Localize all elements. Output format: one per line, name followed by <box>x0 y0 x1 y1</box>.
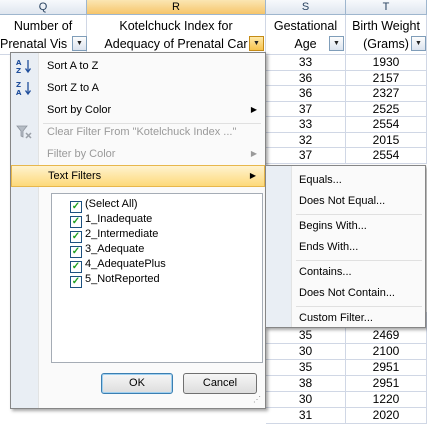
cell-birth-weight[interactable]: 1930 <box>346 55 427 71</box>
submenu-arrow-icon: ▶ <box>250 105 257 114</box>
dropdown-arrow-icon: ▼ <box>415 40 422 47</box>
text-filters-label: Text Filters <box>48 170 102 182</box>
list-item-select-all[interactable]: ✓ (Select All) <box>70 197 138 213</box>
dropdown-arrow-icon: ▼ <box>333 40 340 47</box>
svg-text:A: A <box>16 89 22 96</box>
column-header-s[interactable]: S <box>266 0 346 15</box>
header-line2: Adequacy of Prenatal Car <box>104 37 248 51</box>
cell-birth-weight[interactable]: 2469 <box>346 328 427 344</box>
cell-gestational-age[interactable]: 33 <box>266 117 346 133</box>
cell-birth-weight[interactable]: 2015 <box>346 132 427 148</box>
list-item-label: 1_Inadequate <box>85 213 153 225</box>
checkbox-checked-icon[interactable]: ✓ <box>70 276 82 288</box>
list-item[interactable]: ✓ 2_Intermediate <box>70 227 159 243</box>
cell-gestational-age[interactable]: 37 <box>266 101 346 117</box>
list-item-label: (Select All) <box>85 198 138 210</box>
cell-birth-weight[interactable]: 2554 <box>346 117 427 133</box>
cell-birth-weight[interactable]: 2554 <box>346 148 427 164</box>
cell-birth-weight[interactable]: 2951 <box>346 360 427 376</box>
cell-birth-weight[interactable]: 1220 <box>346 392 427 408</box>
does-not-equal-item[interactable]: Does Not Equal... <box>299 191 385 211</box>
ok-button[interactable]: OK <box>101 373 173 394</box>
cell-birth-weight[interactable]: 2951 <box>346 376 427 392</box>
cell-birth-weight[interactable]: 2525 <box>346 101 427 117</box>
list-item-label: 2_Intermediate <box>85 228 159 240</box>
does-not-contain-item[interactable]: Does Not Contain... <box>299 283 395 303</box>
cell-gestational-age[interactable]: 37 <box>266 148 346 164</box>
resize-grip-icon[interactable]: ⋰ <box>253 396 263 406</box>
header-line1: Number of <box>13 19 73 33</box>
text-filters-submenu: Equals... Does Not Equal... Begins With.… <box>265 165 426 328</box>
header-line1: Birth Weight <box>352 19 420 33</box>
filter-dropdown-button-s[interactable]: ▼ <box>329 36 344 51</box>
submenu-icon-column <box>266 166 292 327</box>
dropdown-arrow-icon: ▼ <box>76 40 83 47</box>
header-cell-kotelchuck[interactable]: Kotelchuck Index for Adequacy of Prenata… <box>87 15 266 55</box>
svg-text:Z: Z <box>16 81 21 89</box>
list-item[interactable]: ✓ 1_Inadequate <box>70 212 153 228</box>
list-item[interactable]: ✓ 3_Adequate <box>70 242 145 258</box>
cell-gestational-age[interactable]: 30 <box>266 392 346 408</box>
cell-gestational-age[interactable]: 33 <box>266 55 346 71</box>
begins-with-item[interactable]: Begins With... <box>299 216 367 236</box>
sort-a-to-z-label: Sort A to Z <box>47 60 99 72</box>
cell-gestational-age[interactable]: 38 <box>266 376 346 392</box>
cell-birth-weight[interactable]: 2327 <box>346 86 427 102</box>
header-line1: Kotelchuck Index for <box>119 19 233 33</box>
sort-by-color-label: Sort by Color <box>47 104 112 116</box>
filter-value-list[interactable]: ✓ (Select All) ✓ 1_Inadequate ✓ 2_Intermedi… <box>51 193 263 363</box>
dropdown-arrow-icon: ▼ <box>253 40 260 47</box>
contains-item[interactable]: Contains... <box>299 262 352 282</box>
svg-text:A: A <box>16 59 22 67</box>
clear-filter-item[interactable]: Clear Filter From "Kotelchuck Index ..." <box>11 121 265 143</box>
list-item[interactable]: ✓ 5_NotReported <box>70 272 160 288</box>
list-item[interactable]: ✓ 4_AdequatePlus <box>70 257 166 273</box>
sort-by-color-item[interactable]: Sort by Color ▶ <box>11 99 265 121</box>
cell-birth-weight[interactable]: 2157 <box>346 70 427 86</box>
submenu-separator <box>296 260 422 261</box>
cell-gestational-age[interactable]: 35 <box>266 328 346 344</box>
sort-z-to-a-item[interactable]: ZA Sort Z to A <box>11 77 265 99</box>
cancel-button[interactable]: Cancel <box>183 373 257 394</box>
filter-by-color-label: Filter by Color <box>47 148 116 160</box>
cell-gestational-age[interactable]: 36 <box>266 70 346 86</box>
column-header-q[interactable]: Q <box>0 0 87 15</box>
filter-dropdown-button-r[interactable]: ▼ <box>249 36 264 51</box>
column-header-r[interactable]: R <box>87 0 266 15</box>
svg-text:Z: Z <box>16 67 21 74</box>
submenu-arrow-icon: ▶ <box>250 149 257 158</box>
header-line1: Gestational <box>273 19 338 33</box>
autofilter-menu: AZ Sort A to Z ZA Sort Z to A Sort by Co… <box>10 52 266 409</box>
list-item-label: 5_NotReported <box>85 273 160 285</box>
list-item-label: 4_AdequatePlus <box>85 258 166 270</box>
sort-descending-icon: ZA <box>15 80 33 97</box>
list-item-label: 3_Adequate <box>85 243 145 255</box>
cell-birth-weight[interactable]: 2100 <box>346 344 427 360</box>
cell-gestational-age[interactable]: 36 <box>266 86 346 102</box>
filter-by-color-item[interactable]: Filter by Color ▶ <box>11 143 265 165</box>
sort-ascending-icon: AZ <box>15 58 33 75</box>
custom-filter-item[interactable]: Custom Filter... <box>299 308 373 328</box>
cell-gestational-age[interactable]: 30 <box>266 344 346 360</box>
text-filters-item[interactable]: Text Filters ▶ <box>11 165 265 187</box>
filter-dropdown-button-q[interactable]: ▼ <box>72 36 87 51</box>
submenu-separator <box>296 214 422 215</box>
column-header-t[interactable]: T <box>346 0 427 15</box>
cell-gestational-age[interactable]: 32 <box>266 132 346 148</box>
cell-gestational-age[interactable]: 35 <box>266 360 346 376</box>
submenu-arrow-icon: ▶ <box>249 171 256 180</box>
sort-a-to-z-item[interactable]: AZ Sort A to Z <box>11 55 265 77</box>
clear-filter-label: Clear Filter From "Kotelchuck Index ..." <box>47 126 237 138</box>
submenu-separator <box>296 306 422 307</box>
filter-dropdown-button-t[interactable]: ▼ <box>411 36 426 51</box>
ends-with-item[interactable]: Ends With... <box>299 237 358 257</box>
equals-item[interactable]: Equals... <box>299 170 342 190</box>
clear-filter-icon <box>15 124 33 140</box>
sort-z-to-a-label: Sort Z to A <box>47 82 99 94</box>
